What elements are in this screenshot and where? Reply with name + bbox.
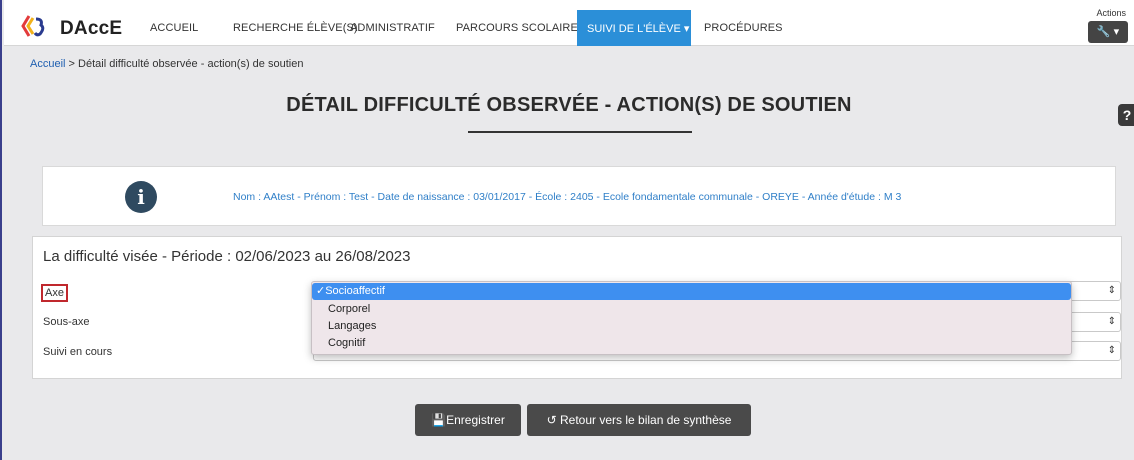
floppy-disk-icon: 💾 xyxy=(431,413,447,427)
option-label: Socioaffectif xyxy=(325,285,385,297)
help-button[interactable]: ? xyxy=(1118,104,1134,126)
axe-dropdown-list: ✓Socioaffectif Corporel Langages Cogniti… xyxy=(311,281,1072,355)
student-info-text: Nom : AAtest - Prénom : Test - Date de n… xyxy=(233,191,902,203)
nav-administratif[interactable]: ADMINISTRATIF xyxy=(350,22,435,34)
axe-label: Axe xyxy=(41,284,68,302)
breadcrumb: Accueil > Détail difficulté observée - a… xyxy=(30,58,303,70)
nav-procedures[interactable]: PROCÉDURES xyxy=(704,22,783,34)
info-icon: i xyxy=(125,181,157,213)
app-frame: DAccE ACCUEIL RECHERCHE ÉLÈVE(S) ADMINIS… xyxy=(0,0,1134,460)
nav-suivi-eleve-label: SUIVI DE L'ÉLÈVE xyxy=(587,23,681,35)
title-divider xyxy=(468,131,692,133)
wrench-icon: 🔧 xyxy=(1096,26,1111,38)
select-arrows-icon: ⇕ xyxy=(1107,345,1116,356)
chevron-down-icon: ▾ xyxy=(1113,26,1120,38)
checkmark-icon: ✓ xyxy=(316,285,326,297)
dropdown-option-socioaffectif[interactable]: ✓Socioaffectif xyxy=(312,283,1071,300)
suivi-en-cours-label: Suivi en cours xyxy=(43,346,113,358)
actions-label: Actions xyxy=(1096,8,1126,18)
section-title: La difficulté visée - Période : 02/06/20… xyxy=(43,248,411,265)
dropdown-option-langages[interactable]: Langages xyxy=(312,318,1071,335)
save-button-label: Enregistrer xyxy=(446,413,505,427)
dropdown-option-cognitif[interactable]: Cognitif xyxy=(312,335,1071,352)
breadcrumb-separator: > xyxy=(68,58,75,70)
actions-button[interactable]: 🔧 ▾ xyxy=(1088,21,1128,43)
dropdown-option-corporel[interactable]: Corporel xyxy=(312,301,1071,318)
undo-arrow-icon: ↺ xyxy=(546,413,557,427)
select-arrows-icon: ⇕ xyxy=(1107,316,1116,327)
chevron-down-icon: ▾ xyxy=(683,23,690,35)
save-button[interactable]: 💾Enregistrer xyxy=(415,404,521,436)
breadcrumb-home-link[interactable]: Accueil xyxy=(30,58,65,70)
nav-accueil[interactable]: ACCUEIL xyxy=(150,22,198,34)
nav-recherche-eleves[interactable]: RECHERCHE ÉLÈVE(S) xyxy=(233,22,358,34)
breadcrumb-current: Détail difficulté observée - action(s) d… xyxy=(78,58,304,70)
sous-axe-label: Sous-axe xyxy=(43,316,90,328)
back-button-label: Retour vers le bilan de synthèse xyxy=(559,413,732,427)
nav-suivi-eleve[interactable]: SUIVI DE L'ÉLÈVE ▾ xyxy=(577,10,691,46)
nav-parcours-scolaire[interactable]: PARCOURS SCOLAIRE xyxy=(456,22,578,34)
select-arrows-icon: ⇕ xyxy=(1107,285,1116,296)
student-info-panel: i Nom : AAtest - Prénom : Test - Date de… xyxy=(42,166,1116,226)
back-to-summary-button[interactable]: ↺ Retour vers le bilan de synthèse xyxy=(527,404,751,436)
top-navbar: DAccE ACCUEIL RECHERCHE ÉLÈVE(S) ADMINIS… xyxy=(4,0,1134,46)
daccE-logo-icon[interactable] xyxy=(20,14,46,38)
page-title: DÉTAIL DIFFICULTÉ OBSERVÉE - ACTION(S) D… xyxy=(286,94,852,116)
brand-name[interactable]: DAccE xyxy=(60,18,122,40)
